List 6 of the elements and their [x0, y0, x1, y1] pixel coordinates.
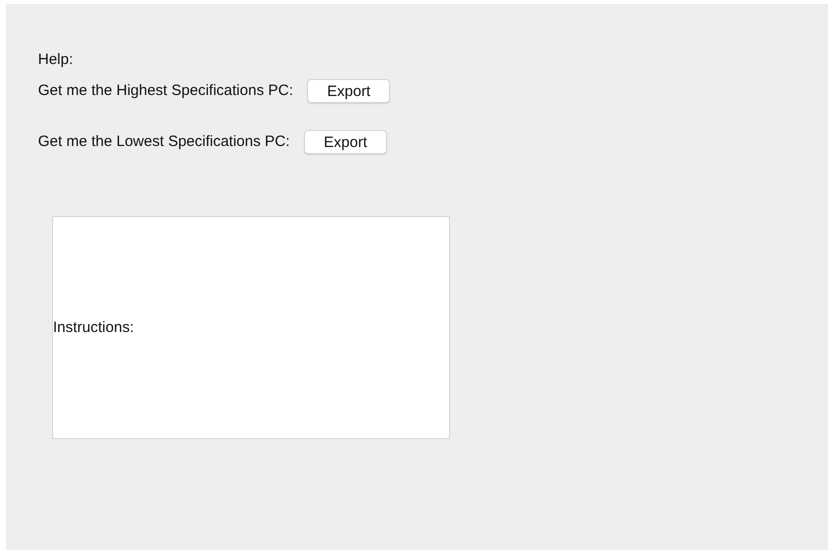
instructions-label: Instructions: — [53, 318, 134, 336]
export-label: Get me the Highest Specifications PC: — [38, 82, 294, 100]
help-label: Help: — [38, 51, 74, 69]
export-button[interactable]: Export — [304, 130, 388, 154]
export-button[interactable]: Export — [307, 79, 390, 103]
export-label: Get me the Lowest Specifications PC: — [38, 133, 290, 151]
